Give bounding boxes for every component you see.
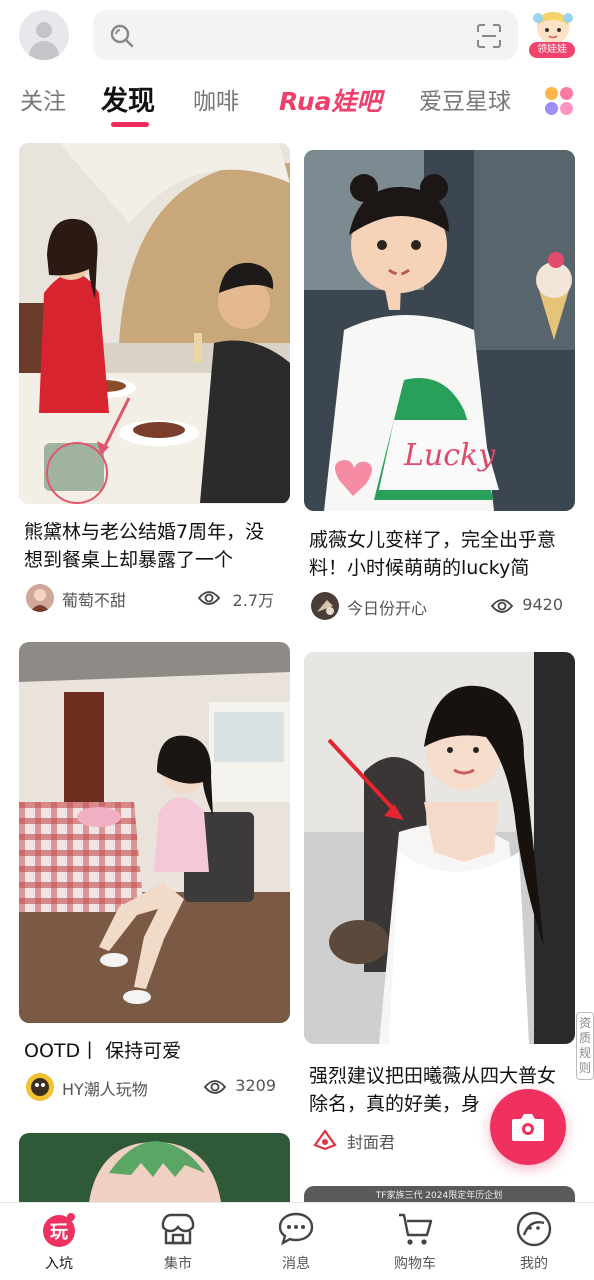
author-avatar[interactable]: [311, 592, 339, 620]
card-image[interactable]: [304, 652, 575, 1044]
banner-text: TF家族三代 2024限定年历企划: [375, 1189, 502, 1201]
card-title[interactable]: 戚薇女儿变样了，完全出乎意料！小时候萌萌的lucky简: [309, 526, 567, 584]
camera-icon: [512, 1114, 544, 1141]
card-image[interactable]: [19, 1133, 290, 1202]
market-icon: [161, 1213, 195, 1245]
nav-label: 购物车: [394, 1256, 436, 1272]
tab-coffee[interactable]: 咖啡: [193, 82, 239, 116]
profile-icon: [516, 1211, 552, 1247]
avatar-body-shape: [29, 41, 59, 60]
user-avatar[interactable]: [19, 10, 69, 60]
card-image[interactable]: [19, 642, 290, 1023]
author-avatar[interactable]: [26, 584, 54, 612]
cart-icon: [399, 1213, 433, 1245]
card-meta: 今日份开心 9420: [311, 592, 563, 620]
svg-text:Lucky: Lucky: [403, 438, 496, 473]
nav-label: 集市: [164, 1256, 192, 1272]
nav-item-profile[interactable]: 我的: [494, 1209, 574, 1273]
nav-label: 我的: [520, 1256, 548, 1272]
author-name[interactable]: HY潮人玩物: [62, 1076, 148, 1100]
active-tab-indicator: [111, 122, 149, 127]
card-image[interactable]: TF家族三代 2024限定年历企划: [304, 1186, 575, 1202]
views-eye-icon: [204, 1080, 226, 1094]
more-categories-icon[interactable]: [545, 87, 575, 117]
view-count: 3209: [235, 1076, 276, 1095]
nav-item-cart[interactable]: 购物车: [375, 1209, 455, 1273]
claw-machine-badge[interactable]: 领娃娃: [526, 8, 580, 62]
tab-idol-planet[interactable]: 爱豆星球: [419, 82, 511, 116]
views-eye-icon: [491, 599, 513, 613]
avatar-head-shape: [36, 22, 52, 38]
author-avatar[interactable]: [311, 1126, 339, 1154]
card-meta: 葡萄不甜 2.7万: [26, 584, 274, 612]
search-bar[interactable]: [93, 10, 518, 60]
view-count: 9420: [522, 595, 563, 614]
camera-button[interactable]: [490, 1089, 566, 1165]
card-image[interactable]: [19, 143, 290, 504]
bottom-navigation: 玩 入坑 集市 消息 购物车 我的: [0, 1202, 594, 1280]
scan-icon[interactable]: [476, 23, 502, 49]
author-name[interactable]: 今日份开心: [347, 595, 427, 619]
author-avatar[interactable]: [26, 1073, 54, 1101]
tab-follow[interactable]: 关注: [20, 82, 66, 116]
card-title[interactable]: OOTD丨 保持可爱: [24, 1037, 282, 1065]
views-eye-icon: [198, 591, 220, 605]
category-tabs: 关注 发现 咖啡 Rua娃吧 爱豆星球: [0, 72, 594, 132]
nav-label: 入坑: [45, 1256, 73, 1272]
top-bar: 领娃娃: [0, 0, 594, 70]
card-meta: HY潮人玩物 3209: [26, 1073, 276, 1101]
badge-label: 领娃娃: [529, 42, 575, 58]
author-name[interactable]: 葡萄不甜: [62, 587, 126, 611]
view-count: 2.7万: [232, 591, 274, 610]
play-icon: 玩: [43, 1213, 75, 1247]
search-icon: [110, 24, 134, 48]
nav-item-market[interactable]: 集市: [138, 1209, 218, 1273]
qualification-rules-tag[interactable]: 资质规则: [576, 1012, 594, 1080]
nav-label: 消息: [282, 1256, 310, 1272]
chat-icon: [278, 1212, 314, 1246]
author-name[interactable]: 封面君: [347, 1129, 395, 1153]
card-title[interactable]: 熊黛林与老公结婚7周年，没想到餐桌上却暴露了一个: [24, 518, 282, 576]
nav-item-messages[interactable]: 消息: [256, 1209, 336, 1273]
tab-discover[interactable]: 发现: [101, 79, 155, 118]
svg-text:玩: 玩: [50, 1222, 68, 1243]
nav-item-play[interactable]: 玩 入坑: [19, 1209, 99, 1273]
tab-rua-dolls[interactable]: Rua娃吧: [279, 82, 382, 118]
card-image[interactable]: Lucky: [304, 150, 575, 511]
